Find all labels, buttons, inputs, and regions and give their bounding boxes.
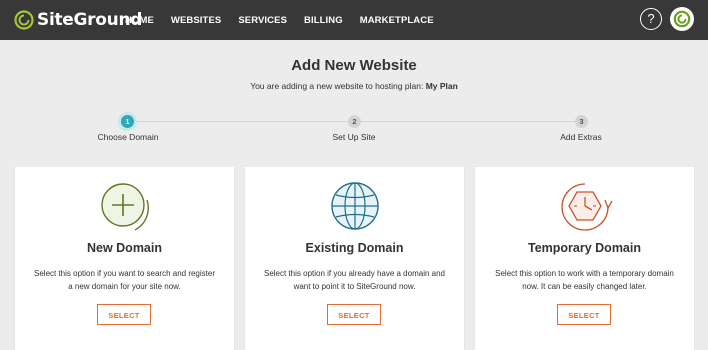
avatar-logo-icon <box>673 10 691 28</box>
top-navigation-bar: SiteGround HOME WEBSITES SERVICES BILLIN… <box>0 0 708 40</box>
existing-domain-card[interactable]: Existing Domain Select this option if yo… <box>245 167 464 350</box>
temporary-domain-card[interactable]: Temporary Domain Select this option to w… <box>475 167 694 350</box>
temporary-domain-title: Temporary Domain <box>528 241 641 255</box>
help-icon: ? <box>647 11 655 26</box>
page-subtitle: You are adding a new website to hosting … <box>0 81 708 91</box>
existing-domain-desc-line-2: want to point it to SiteGround now. <box>293 282 416 291</box>
step-3-label: Add Extras <box>560 132 602 142</box>
plus-circle-icon <box>101 183 149 231</box>
siteground-logo-icon <box>14 10 34 30</box>
step-3-indicator: 3 <box>575 115 588 128</box>
nav-item-marketplace[interactable]: MARKETPLACE <box>360 15 434 26</box>
main-nav: HOME WEBSITES SERVICES BILLING MARKETPLA… <box>125 0 451 40</box>
existing-domain-title: Existing Domain <box>305 241 404 255</box>
new-domain-desc-line-1: Select this option if you want to search… <box>34 269 215 278</box>
temporary-domain-desc-line-2: now. It can be easily changed later. <box>522 282 647 291</box>
temporary-domain-select-button[interactable]: SELECT <box>557 304 611 325</box>
temporary-domain-desc-line-1: Select this option to work with a tempor… <box>495 269 674 278</box>
new-domain-title: New Domain <box>86 241 162 255</box>
clock-icon <box>561 183 613 231</box>
page-title: Add New Website <box>291 57 417 74</box>
step-1-indicator: 1 <box>121 115 134 128</box>
user-avatar[interactable] <box>670 7 694 31</box>
globe-icon <box>331 182 379 230</box>
new-domain-card[interactable]: New Domain Select this option if you wan… <box>15 167 234 350</box>
nav-item-home[interactable]: HOME <box>125 15 154 26</box>
existing-domain-desc-line-1: Select this option if you already have a… <box>263 269 445 278</box>
new-domain-select-button[interactable]: SELECT <box>97 304 151 325</box>
new-domain-description: Select this option if you want to search… <box>27 267 222 293</box>
nav-item-websites[interactable]: WEBSITES <box>171 15 221 26</box>
help-button[interactable]: ? <box>640 8 662 30</box>
existing-domain-description: Select this option if you already have a… <box>257 267 452 293</box>
nav-item-billing[interactable]: BILLING <box>304 15 343 26</box>
step-2-indicator: 2 <box>348 115 361 128</box>
existing-domain-select-button[interactable]: SELECT <box>327 304 381 325</box>
step-1-label: Choose Domain <box>97 132 159 142</box>
subtitle-text: You are adding a new website to hosting … <box>250 81 424 91</box>
temporary-domain-description: Select this option to work with a tempor… <box>487 267 682 293</box>
new-domain-desc-line-2: a new domain for your site now. <box>68 282 181 291</box>
siteground-logo[interactable]: SiteGround <box>14 8 142 32</box>
nav-item-services[interactable]: SERVICES <box>238 15 287 26</box>
plan-name: My Plan <box>425 81 458 91</box>
step-2-label: Set Up Site <box>332 132 376 142</box>
